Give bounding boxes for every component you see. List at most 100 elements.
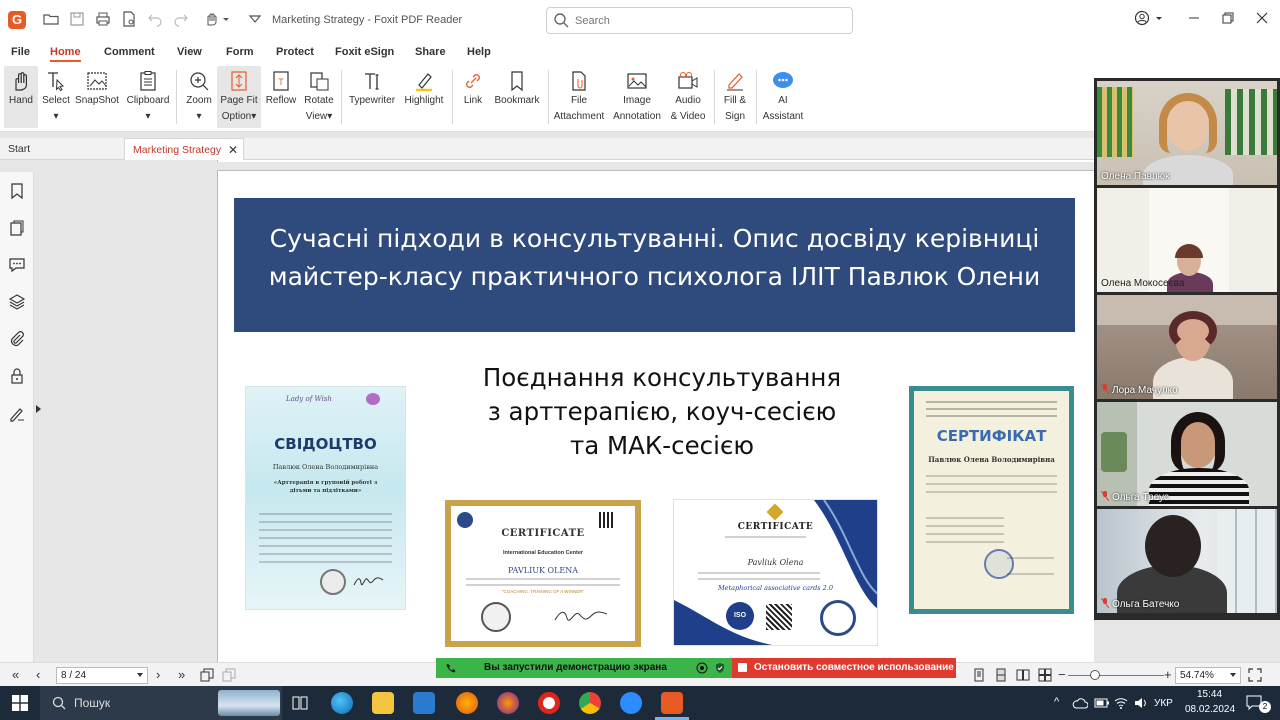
menu-home[interactable]: Home [50,46,81,62]
next-view-icon[interactable] [222,668,236,682]
menu-foxit-esign[interactable]: Foxit eSign [335,46,394,58]
continuous-facing-view-icon[interactable] [1038,668,1052,682]
typewriter-button[interactable]: Typewriter [346,66,398,128]
reflow-button[interactable]: T Reflow [263,66,299,128]
select-icon [48,72,65,92]
last-page-icon[interactable]: » [178,668,185,682]
zoom-level-input[interactable]: 54.74% [1175,667,1241,684]
document-viewport[interactable]: Сучасні підходи в консультуванні. Опис д… [44,160,1094,662]
zoom-slider-handle[interactable] [1090,670,1100,680]
firefox-dev-icon[interactable] [497,692,519,714]
select-tool-button[interactable]: Select ▾ [40,66,72,128]
zoom-in-icon[interactable]: + [1164,668,1172,682]
ai-assistant-button[interactable]: AI Assistant [760,66,806,128]
mail-icon[interactable] [413,692,435,714]
close-tab-icon[interactable]: ✕ [228,139,238,161]
bookmark-button[interactable]: Bookmark [492,66,542,128]
taskbar-search-box[interactable]: Пошук [40,686,282,720]
menu-form[interactable]: Form [226,46,254,58]
cert-right-name: Павлюк Олена Володимирівна [928,455,1055,464]
tab-marketing-strategy[interactable]: Marketing Strategy ✕ [124,138,244,160]
save-icon[interactable] [68,11,86,29]
participant-tile[interactable]: Ольга Треус [1097,402,1277,506]
menu-comment[interactable]: Comment [104,46,155,58]
fill-sign-button[interactable]: Fill & Sign [718,66,752,128]
firefox-icon[interactable] [456,692,478,714]
hand-tool-button[interactable]: Hand [4,66,38,128]
cert-iso-badge-icon [457,512,473,528]
input-language[interactable]: УКР [1154,698,1173,709]
menu-help[interactable]: Help [467,46,491,58]
zoom-out-icon[interactable]: − [1058,668,1066,682]
participant-tile[interactable]: Лора Мачулко [1097,295,1277,399]
search-box[interactable] [546,7,853,34]
audio-video-button[interactable]: Audio & Video [668,66,708,128]
menu-view[interactable]: View [177,46,202,58]
customize-quick-access-icon[interactable] [246,11,264,29]
participant-tile[interactable]: Олена Мокосеєва [1097,188,1277,292]
hand-tool-dropdown-icon[interactable] [202,11,232,29]
participant-tile[interactable]: Олена Павлюк [1097,81,1277,185]
restore-button[interactable] [1218,10,1238,30]
account-icon[interactable] [1132,10,1166,30]
pages-panel-icon[interactable] [8,219,26,237]
properties-icon[interactable] [120,11,138,29]
opera-icon[interactable] [538,692,560,714]
battery-icon[interactable] [1094,697,1110,709]
menu-protect[interactable]: Protect [276,46,314,58]
comments-panel-icon[interactable] [8,256,26,274]
first-page-icon[interactable]: « [12,668,19,682]
security-panel-icon[interactable] [8,367,26,385]
page-fit-option-button[interactable]: Page Fit Option▾ [217,66,261,128]
search-input[interactable] [575,13,845,29]
clock-time[interactable]: 15:44 [1197,689,1222,700]
image-annotation-button[interactable]: Image Annotation [610,66,664,128]
volume-icon[interactable] [1134,696,1148,710]
layers-panel-icon[interactable] [8,293,26,311]
zoom-app-icon[interactable] [620,692,642,714]
edge-browser-icon[interactable] [331,692,353,714]
participant-name: Олена Мокосеєва [1101,278,1185,289]
open-folder-icon[interactable] [42,11,60,29]
chrome-icon[interactable] [579,692,601,714]
clipboard-button[interactable]: Clipboard ▾ [124,66,172,128]
menu-file[interactable]: File [11,46,30,58]
zoom-button[interactable]: Zoom ▾ [182,66,216,128]
print-icon[interactable] [94,11,112,29]
show-hidden-icons-icon[interactable]: ^ [1054,696,1059,708]
page-number-input[interactable]: 8 / 24 [56,667,148,684]
continuous-view-icon[interactable] [994,668,1008,682]
windows-start-icon[interactable] [12,695,28,711]
wifi-icon[interactable] [1114,696,1128,710]
previous-page-icon[interactable]: ‹ [36,668,40,682]
full-screen-icon[interactable] [1248,668,1262,682]
highlight-button[interactable]: Highlight [401,66,447,128]
task-view-icon[interactable] [292,696,308,710]
next-page-icon[interactable]: › [156,668,160,682]
single-page-view-icon[interactable] [972,668,986,682]
file-explorer-icon[interactable] [372,692,394,714]
bookmarks-panel-icon[interactable] [8,182,26,200]
participant-tile[interactable]: Ольга Батечко [1097,509,1277,613]
snapshot-tool-button[interactable]: SnapShot [74,66,120,128]
foxit-reader-taskbar-icon[interactable] [661,692,683,714]
stop-sharing-button[interactable]: Остановить совместное использование [732,658,956,678]
clock-date[interactable]: 08.02.2024 [1185,704,1235,715]
previous-view-icon[interactable] [200,668,214,682]
link-button[interactable]: Link [458,66,488,128]
rotate-view-button[interactable]: Rotate View▾ [301,66,337,128]
facing-view-icon[interactable] [1016,668,1030,682]
pause-share-icon[interactable] [696,662,708,674]
zoom-slider-track[interactable] [1068,675,1164,676]
attachments-panel-icon[interactable] [8,330,26,348]
close-window-button[interactable] [1252,10,1272,30]
file-attachment-button[interactable]: File Attachment [552,66,606,128]
minimize-button[interactable] [1184,10,1204,30]
tab-start[interactable]: Start [0,138,122,160]
expand-panel-arrow-icon[interactable] [36,405,41,413]
undo-icon[interactable] [146,11,164,29]
onedrive-cloud-icon[interactable] [1072,697,1088,709]
redo-icon[interactable] [172,11,190,29]
menu-share[interactable]: Share [415,46,446,58]
signatures-panel-icon[interactable] [8,404,26,422]
